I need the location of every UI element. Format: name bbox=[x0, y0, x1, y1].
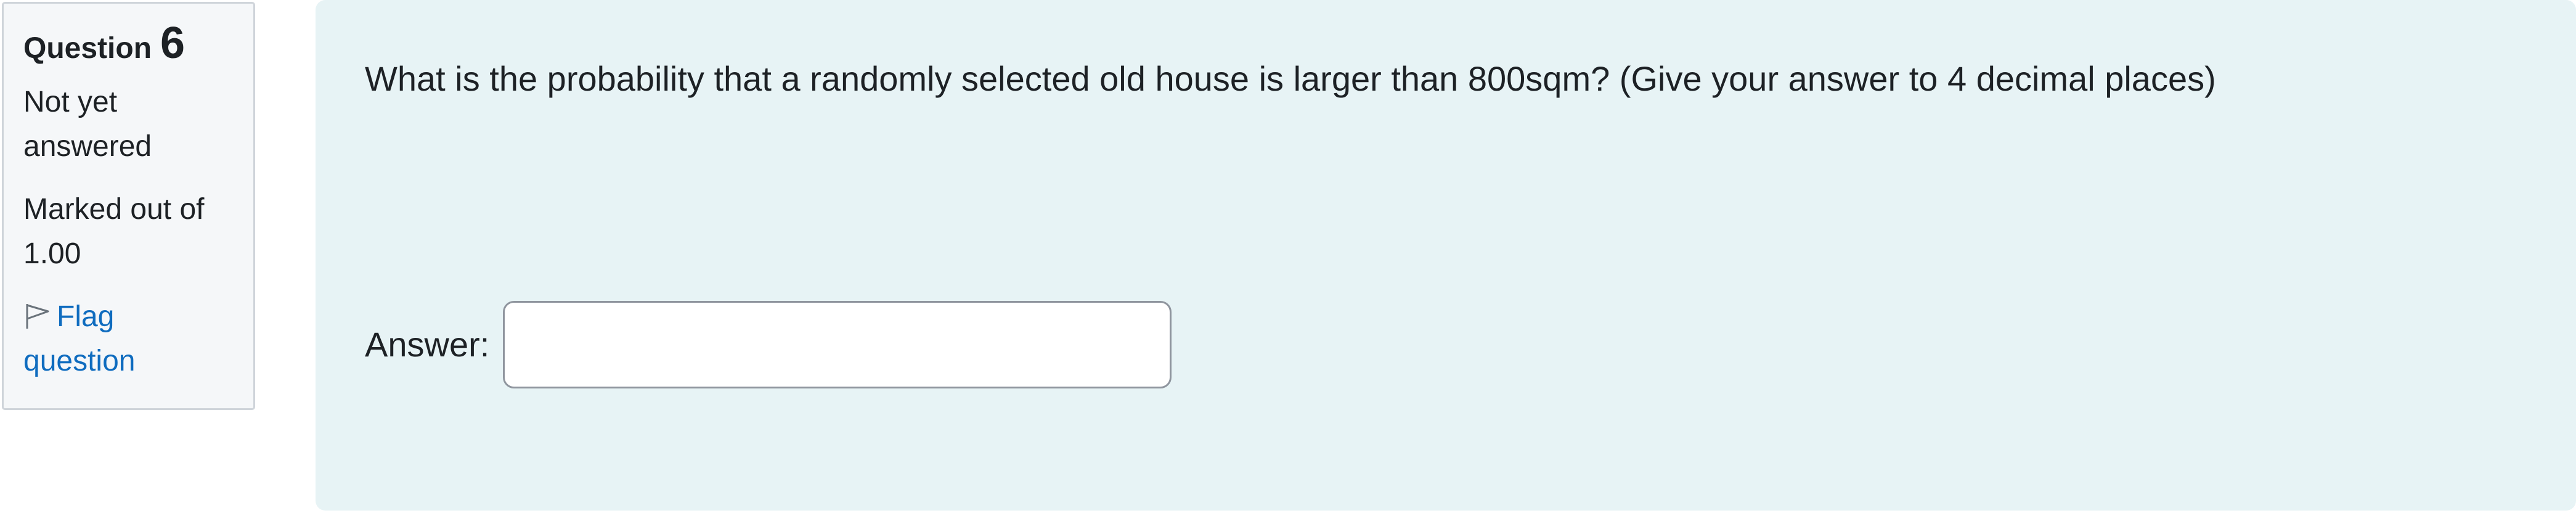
question-info-panel: Question 6 Not yet answered Marked out o… bbox=[2, 2, 255, 410]
question-text: What is the probability that a randomly … bbox=[365, 59, 2216, 98]
question-heading: Question 6 bbox=[23, 21, 234, 65]
answer-label: Answer: bbox=[365, 325, 490, 364]
question-container: Question 6 Not yet answered Marked out o… bbox=[0, 0, 2576, 513]
question-content: What is the probability that a randomly … bbox=[316, 0, 2576, 511]
question-state: Not yet answered bbox=[23, 86, 152, 163]
question-label: Question bbox=[23, 32, 152, 65]
flag-icon bbox=[23, 298, 52, 329]
flag-question-link[interactable]: Flag question bbox=[23, 295, 234, 384]
question-number: 6 bbox=[160, 18, 185, 68]
answer-row: Answer: bbox=[365, 301, 1172, 388]
answer-input[interactable] bbox=[503, 301, 1172, 388]
question-grade: Marked out of 1.00 bbox=[23, 193, 205, 270]
